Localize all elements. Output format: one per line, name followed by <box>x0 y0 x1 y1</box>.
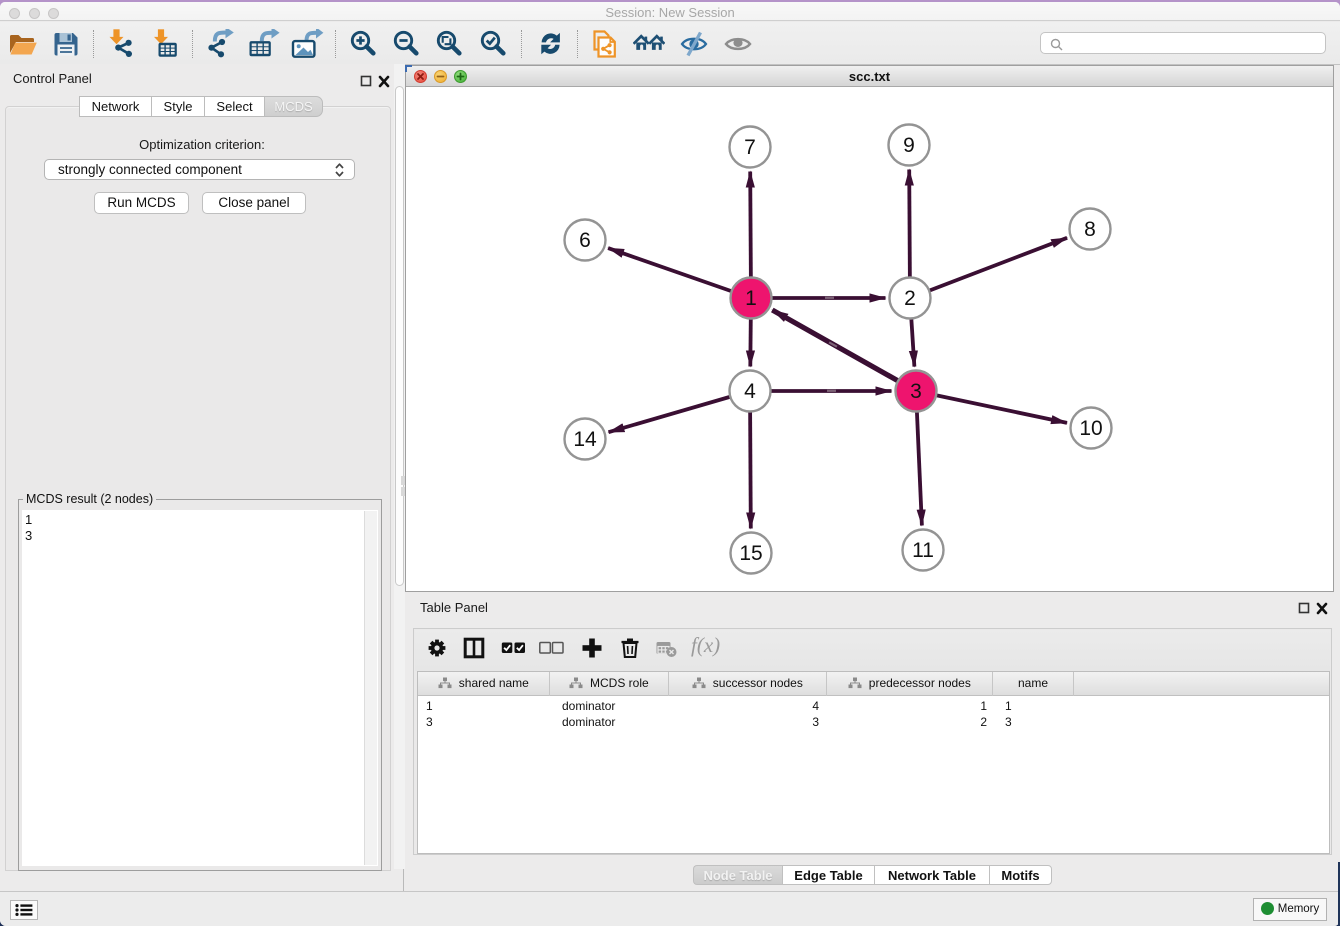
svg-text:3: 3 <box>910 380 922 403</box>
svg-text:1: 1 <box>745 287 757 310</box>
svg-text:9: 9 <box>903 134 915 157</box>
svg-text:10: 10 <box>1079 417 1102 440</box>
svg-text:7: 7 <box>744 136 756 159</box>
svg-text:6: 6 <box>579 229 591 252</box>
svg-text:14: 14 <box>573 428 597 451</box>
svg-text:2: 2 <box>904 287 916 310</box>
svg-text:15: 15 <box>739 542 762 565</box>
svg-text:4: 4 <box>744 380 756 403</box>
svg-text:11: 11 <box>912 539 934 562</box>
svg-text:8: 8 <box>1084 218 1096 241</box>
